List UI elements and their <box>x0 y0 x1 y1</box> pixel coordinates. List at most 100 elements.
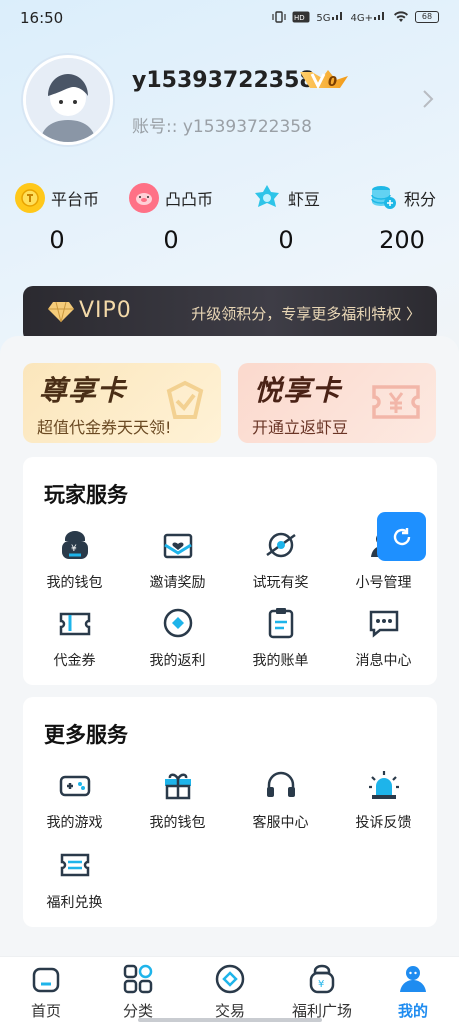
stat-value: 200 <box>379 226 425 254</box>
currency-stats: 平台币 0 凸凸币 0 虾豆 0 积分 200 <box>0 180 459 260</box>
service-label: 客服中心 <box>252 815 309 831</box>
service-complaints[interactable]: 投诉反馈 <box>332 767 435 837</box>
home-icon <box>32 967 60 993</box>
status-time: 16:50 <box>20 9 64 27</box>
avatar[interactable] <box>23 55 113 145</box>
service-customer-center[interactable]: 客服中心 <box>229 767 332 837</box>
stat-label: 积分 <box>403 190 436 209</box>
chevron-right-icon[interactable] <box>421 88 435 110</box>
player-services-section: 玩家服务 ¥ 我的钱包 邀请奖励 试玩有奖 小号管理 代金券 我的返利 我的账单 <box>23 457 437 685</box>
4g-signal-icon: 4G+ <box>351 10 388 24</box>
stat-label: 平台币 <box>50 190 99 209</box>
service-rebate[interactable]: 我的返利 <box>126 605 229 675</box>
service-label: 试玩有奖 <box>252 575 309 591</box>
account-line: 账号:: y15393722358 <box>132 112 312 137</box>
nav-label: 我的 <box>397 1002 428 1020</box>
stat-value: 0 <box>163 226 179 254</box>
service-bill[interactable]: 我的账单 <box>229 605 332 675</box>
service-label: 小号管理 <box>355 575 412 591</box>
svg-text:¥: ¥ <box>318 979 324 990</box>
stat-shrimp-bean[interactable]: 虾豆 0 <box>229 180 343 254</box>
service-label: 邀请奖励 <box>149 575 206 591</box>
voucher-icon <box>59 612 90 636</box>
status-icons: HD 5G 4G+ 68 <box>272 10 439 24</box>
service-my-wallet[interactable]: 我的钱包 <box>126 767 229 837</box>
premium-card-subtitle: 超值代金券天天领! <box>37 418 172 437</box>
network-5g-label: 5G <box>316 13 331 24</box>
premium-card-title: 尊享卡 <box>39 374 127 407</box>
service-invite[interactable]: 邀请奖励 <box>126 527 229 597</box>
exchange-icon <box>60 853 89 877</box>
refresh-float-button[interactable] <box>377 512 426 561</box>
message-icon <box>369 610 398 638</box>
stat-tutu-coin[interactable]: 凸凸币 0 <box>114 180 228 254</box>
wifi-icon <box>394 11 408 22</box>
main-panel: 尊享卡 超值代金券天天领! 悦享卡 开通立返虾豆 玩家服务 ¥ 我的钱包 邀请奖… <box>0 336 459 976</box>
nav-mine[interactable]: 我的 <box>367 963 459 1021</box>
service-welfare-exchange[interactable]: 福利兑换 <box>23 847 126 917</box>
gift-icon <box>164 773 191 800</box>
nav-category[interactable]: 分类 <box>92 963 184 1021</box>
welfare-bag-icon: ¥ <box>309 964 335 994</box>
svg-text:¥: ¥ <box>71 544 77 554</box>
service-label: 福利兑换 <box>46 895 103 911</box>
vip-level-badge-icon: 0 <box>300 70 348 90</box>
service-wallet[interactable]: ¥ 我的钱包 <box>23 527 126 597</box>
vip-level: VIP0 <box>79 298 132 323</box>
service-label: 代金券 <box>53 653 96 669</box>
service-my-games[interactable]: 我的游戏 <box>23 767 126 837</box>
premium-card[interactable]: 尊享卡 超值代金券天天领! <box>23 363 221 443</box>
section-title: 更多服务 <box>44 723 128 747</box>
stat-label: 虾豆 <box>287 190 320 209</box>
bottom-nav: 首页 分类 交易 ¥ 福利广场 我的 <box>0 956 459 1024</box>
default-avatar-icon <box>26 58 110 142</box>
stat-label: 凸凸币 <box>164 190 213 209</box>
service-messages[interactable]: 消息中心 <box>332 605 435 675</box>
nav-welfare-square[interactable]: ¥ 福利广场 <box>276 963 368 1021</box>
diamond-icon <box>48 301 74 323</box>
battery-icon: 68 <box>415 11 439 23</box>
service-label: 我的钱包 <box>46 575 103 591</box>
stat-value: 0 <box>49 226 65 254</box>
vip-banner[interactable]: VIP0 升级领积分，专享更多福利特权 〉 <box>23 286 437 342</box>
service-label: 我的账单 <box>252 653 309 669</box>
service-voucher[interactable]: 代金券 <box>23 605 126 675</box>
status-bar: 16:50 HD 5G 4G+ 68 <box>0 0 459 36</box>
invite-envelope-icon <box>163 533 192 559</box>
joy-card-subtitle: 开通立返虾豆 <box>252 418 349 437</box>
ticket-yuan-icon <box>372 385 420 419</box>
service-label: 我的返利 <box>149 653 206 669</box>
service-trial[interactable]: 试玩有奖 <box>229 527 332 597</box>
nav-trade[interactable]: 交易 <box>184 963 276 1021</box>
network-4g-label: 4G+ <box>350 13 374 24</box>
alarm-light-icon <box>368 771 399 799</box>
gamepad-icon <box>59 775 90 797</box>
wallet-icon: ¥ <box>61 531 88 559</box>
coin-icon <box>14 183 45 213</box>
stat-points[interactable]: 积分 200 <box>345 180 459 254</box>
nav-home[interactable]: 首页 <box>0 963 92 1021</box>
service-label: 消息中心 <box>355 653 412 669</box>
account-label: 账号:: <box>132 117 178 137</box>
planet-icon <box>265 532 296 558</box>
vip-promo-link[interactable]: 升级领积分，专享更多福利特权 〉 <box>191 303 421 324</box>
stat-platform-coin[interactable]: 平台币 0 <box>0 180 114 254</box>
joy-card[interactable]: 悦享卡 开通立返虾豆 <box>238 363 436 443</box>
section-title: 玩家服务 <box>44 483 128 507</box>
star-gem-icon <box>252 183 282 213</box>
service-label: 我的钱包 <box>149 815 206 831</box>
nav-label: 首页 <box>30 1002 61 1020</box>
stat-value: 0 <box>278 226 294 254</box>
points-stack-icon <box>368 183 398 213</box>
svg-text:HD: HD <box>294 14 305 22</box>
hd-icon: HD <box>292 11 310 23</box>
vibrate-icon <box>272 11 286 23</box>
profile-icon <box>400 966 426 992</box>
username: y15393722358 <box>132 68 315 93</box>
headset-icon <box>266 771 295 797</box>
trade-icon <box>215 964 245 994</box>
5g-signal-icon: 5G <box>316 10 344 24</box>
pig-coin-icon <box>128 183 159 213</box>
joy-card-title: 悦享卡 <box>254 374 342 407</box>
refresh-icon <box>393 527 410 545</box>
